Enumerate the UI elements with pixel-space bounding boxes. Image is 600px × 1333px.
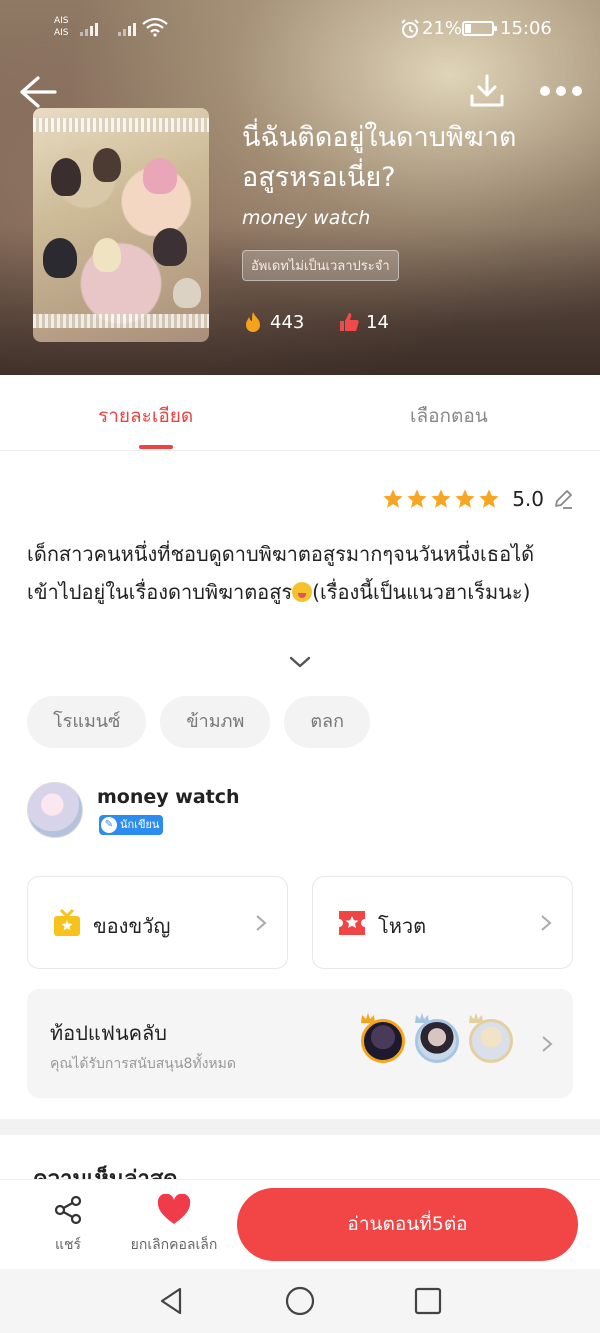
nav-recent-apps-icon[interactable] xyxy=(412,1285,444,1317)
tag-romance[interactable]: โรแมนซ์ xyxy=(27,696,147,748)
gift-button[interactable]: ของขวัญ xyxy=(27,876,288,969)
battery-icon xyxy=(462,21,497,36)
status-bar: AIS AIS 21% 15:06 xyxy=(0,0,600,58)
active-tab-indicator xyxy=(139,445,173,449)
nav-home-icon[interactable] xyxy=(284,1285,316,1317)
signal-1-icon xyxy=(80,20,98,36)
nav-back-icon[interactable] xyxy=(156,1285,188,1317)
author-profile[interactable]: money watch ✎ นักเขียน xyxy=(27,782,573,842)
book-header: AIS AIS 21% 15:06 นี่ฉันติดอยู่ในดาบพิฆา… xyxy=(0,0,600,375)
bottom-action-bar: แชร์ ยกเลิกคอลเล็ก อ่านตอนที่5ต่อ xyxy=(0,1179,600,1269)
star-icon xyxy=(455,489,475,508)
detail-tabs: รายละเอียด เลือกตอน xyxy=(0,375,600,451)
vote-button[interactable]: โหวต xyxy=(312,876,573,969)
alarm-icon xyxy=(401,19,419,38)
system-nav-bar xyxy=(0,1269,600,1333)
synopsis-note: (เรื่องนี้เป็นแนวฮาเร็มนะ) xyxy=(312,580,531,604)
star-icon xyxy=(431,489,451,508)
rating-value: 5.0 xyxy=(512,487,544,511)
chevron-right-icon xyxy=(256,915,267,931)
clock: 15:06 xyxy=(500,18,552,39)
tab-details[interactable]: รายละเอียด xyxy=(98,401,193,431)
fan-avatar-2[interactable] xyxy=(415,1013,459,1063)
continue-reading-button[interactable]: อ่านตอนที่5ต่อ xyxy=(237,1188,578,1261)
signal-2-icon xyxy=(118,20,136,36)
carrier-1: AIS xyxy=(54,16,69,26)
thumbs-up-icon xyxy=(340,313,359,331)
star-icon xyxy=(407,489,427,508)
crown-icon xyxy=(415,1013,429,1023)
chevron-right-icon xyxy=(542,1036,553,1052)
crown-icon xyxy=(469,1013,483,1023)
crown-icon xyxy=(361,1013,375,1023)
gift-icon xyxy=(54,908,80,936)
section-divider xyxy=(0,1119,600,1135)
share-button[interactable]: แชร์ xyxy=(38,1194,98,1258)
author-name[interactable]: money watch xyxy=(97,786,240,808)
tag-list: โรแมนซ์ ข้ามภพ ตลก xyxy=(27,696,370,748)
writer-badge: ✎ นักเขียน xyxy=(99,815,164,835)
gift-label: ของขวัญ xyxy=(93,914,171,938)
carrier-2: AIS xyxy=(54,28,69,38)
fire-icon xyxy=(246,312,260,332)
fan-avatar-1[interactable] xyxy=(361,1013,405,1063)
comments-heading: ความเห็นล่าสุด xyxy=(33,1161,178,1179)
book-author[interactable]: money watch xyxy=(242,207,370,229)
detail-section: 5.0 เด็กสาวคนหนึ่งที่ชอบดูดาบพิฆาตอสูรมา… xyxy=(0,451,600,1119)
download-icon[interactable] xyxy=(468,72,506,110)
share-label: แชร์ xyxy=(54,1237,82,1253)
chevron-right-icon xyxy=(541,915,552,931)
avatar[interactable] xyxy=(27,782,83,838)
tag-isekai[interactable]: ข้ามภพ xyxy=(160,696,271,748)
book-cover-image xyxy=(33,108,209,342)
battery-percent: 21% xyxy=(422,18,463,39)
rating: 5.0 xyxy=(382,487,574,511)
heart-icon xyxy=(157,1194,191,1224)
likes-count: 14 xyxy=(366,311,389,333)
chevron-down-icon[interactable] xyxy=(288,655,312,669)
fanclub-subtitle: คุณได้รับการสนับสนุน8ทั้งหมด xyxy=(50,1056,236,1072)
uncollect-button[interactable]: ยกเลิกคอลเล็ก xyxy=(118,1194,230,1258)
vote-label: โหวต xyxy=(378,914,427,938)
share-icon xyxy=(54,1195,82,1225)
more-icon[interactable] xyxy=(540,86,584,100)
star-icon xyxy=(383,489,403,508)
pen-icon: ✎ xyxy=(101,817,117,833)
yum-emoji-icon xyxy=(292,582,313,602)
vote-ticket-icon xyxy=(339,911,365,935)
star-icon xyxy=(479,489,499,508)
views-stat: 443 xyxy=(242,311,304,333)
back-arrow-icon[interactable] xyxy=(18,74,58,110)
views-count: 443 xyxy=(270,311,305,333)
fanclub-title: ท้อปแฟนคลับ xyxy=(50,1021,167,1045)
writer-badge-label: นักเขียน xyxy=(120,818,160,831)
update-status-badge: อัพเดทไม่เป็นเวลาประจำ xyxy=(242,250,399,281)
tag-comedy[interactable]: ตลก xyxy=(284,696,370,748)
likes-stat: 14 xyxy=(338,311,389,333)
uncollect-label: ยกเลิกคอลเล็ก xyxy=(130,1237,218,1253)
fan-avatar-3[interactable] xyxy=(469,1013,513,1063)
comments-section: ความเห็นล่าสุด xyxy=(0,1135,600,1179)
carrier-labels: AIS AIS xyxy=(54,15,69,39)
book-title: นี่ฉันติดอยู่ในดาบพิฆาตอสูรหรอเนี่ย? xyxy=(242,122,517,193)
tab-chapters[interactable]: เลือกตอน xyxy=(410,401,488,431)
top-fanclub[interactable]: ท้อปแฟนคลับ คุณได้รับการสนับสนุน8ทั้งหมด xyxy=(27,989,573,1098)
edit-rating-icon[interactable] xyxy=(552,488,574,510)
synopsis: เด็กสาวคนหนึ่งที่ชอบดูดาบพิฆาตอสูรมากๆจน… xyxy=(27,535,572,611)
wifi-icon xyxy=(142,17,168,37)
